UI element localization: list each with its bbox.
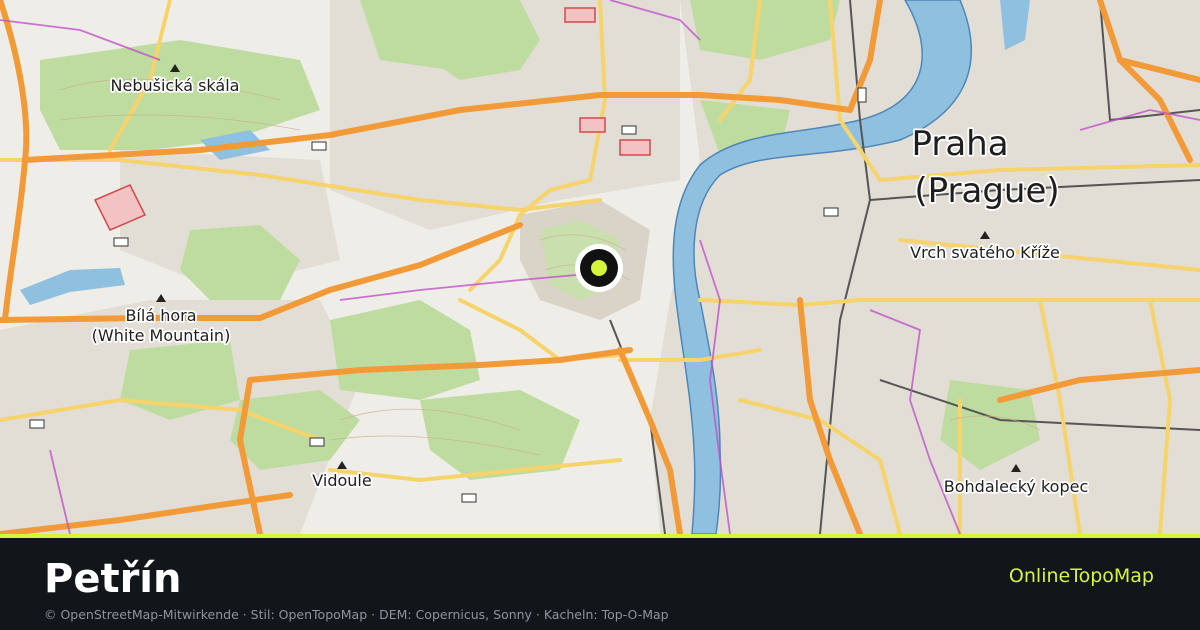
location-dot-icon[interactable]	[575, 244, 623, 292]
page-title: Petřín	[44, 556, 182, 602]
label-white-mountain: (White Mountain)	[92, 326, 231, 345]
label-praha: Praha	[911, 124, 1008, 164]
attribution-text: © OpenStreetMap-Mitwirkende · Stil: Open…	[44, 607, 669, 622]
footer-bar: Petřín OnlineTopoMap © OpenStreetMap-Mit…	[0, 538, 1200, 630]
label-prague: (Prague)	[914, 171, 1059, 211]
label-vidoule: Vidoule	[312, 471, 371, 490]
map-view[interactable]: Nebušická skála Praha (Prague) Vrch svat…	[0, 0, 1200, 534]
label-bohdalecky-kopec: Bohdalecký kopec	[944, 477, 1088, 496]
label-nebusicka-skala: Nebušická skála	[111, 76, 240, 95]
brand-link[interactable]: OnlineTopoMap	[1009, 564, 1154, 588]
label-vrch-svateho-krize: Vrch svatého Kříže	[910, 243, 1060, 262]
label-bila-hora: Bílá hora	[125, 306, 196, 325]
